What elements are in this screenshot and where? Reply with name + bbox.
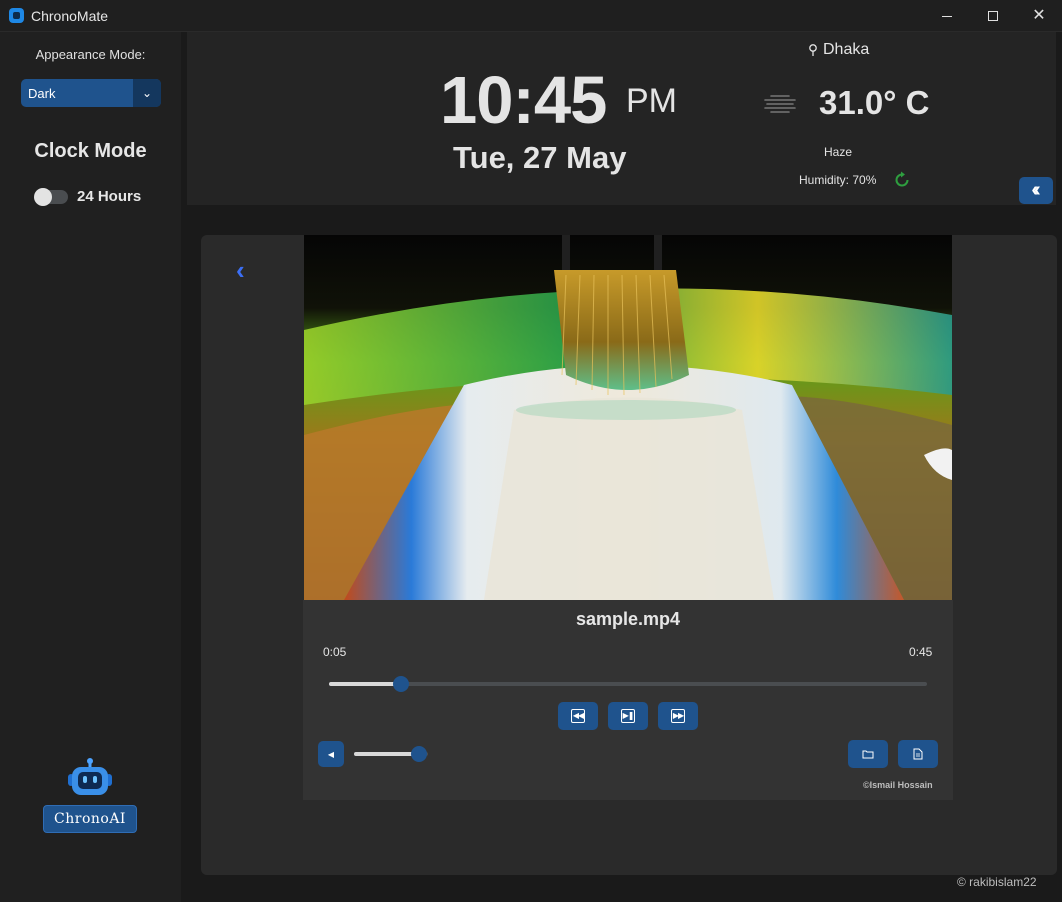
collapse-panel-button[interactable]: ‹‹ <box>1019 177 1053 204</box>
double-chevron-left-icon: ‹‹ <box>1031 179 1041 201</box>
24-hours-toggle[interactable] <box>34 188 68 206</box>
play-pause-icon: ▶❚ <box>621 709 635 723</box>
app-icon <box>9 8 24 23</box>
play-pause-button[interactable]: ▶❚ <box>608 702 648 730</box>
clock-date: Tue, 27 May <box>453 140 627 175</box>
maximize-button[interactable] <box>970 0 1016 32</box>
forward-button[interactable]: ▶▶ <box>658 702 698 730</box>
window-title: ChronoMate <box>31 8 109 24</box>
appearance-mode-dropdown[interactable]: Dark ⌄ <box>21 79 161 107</box>
minimize-icon <box>942 15 952 17</box>
minimize-button[interactable] <box>924 0 970 32</box>
seek-progress <box>329 682 401 686</box>
clock-mode-title: Clock Mode <box>34 140 147 162</box>
robot-icon[interactable] <box>66 758 114 800</box>
appearance-mode-label: Appearance Mode: <box>35 47 146 62</box>
document-icon <box>913 748 923 760</box>
seek-slider[interactable] <box>329 676 927 692</box>
maximize-icon <box>988 11 998 21</box>
open-file-button[interactable] <box>848 740 888 768</box>
folder-open-icon <box>862 750 874 759</box>
player-controls-panel <box>303 600 953 800</box>
title-bar: ChronoMate ✕ <box>0 0 1062 32</box>
location-pin-icon <box>809 44 817 56</box>
skip-forward-icon: ▶▶ <box>671 709 685 723</box>
toggle-knob[interactable] <box>34 188 52 206</box>
24-hours-label: 24 Hours <box>77 188 142 205</box>
clock-time: 10:45 <box>440 63 607 138</box>
weather-condition: Haze <box>824 145 853 159</box>
copyright: © rakibislam22 <box>957 875 1037 889</box>
video-display[interactable] <box>304 235 952 600</box>
close-icon: ✕ <box>1032 7 1046 24</box>
seek-handle[interactable] <box>392 676 409 692</box>
clock-ampm: PM <box>626 82 677 120</box>
volume-icon: ◀ <box>327 749 335 759</box>
chronoai-button[interactable]: ChronoAI <box>43 805 137 833</box>
location-name: Dhaka <box>823 41 870 58</box>
document-button[interactable] <box>898 740 938 768</box>
humidity: Humidity: 70% <box>799 173 877 187</box>
weather-location: Dhaka <box>808 41 869 59</box>
appearance-mode-value: Dark <box>28 86 56 101</box>
video-credit: ©Ismail Hossain <box>863 780 933 790</box>
volume-handle[interactable] <box>411 746 428 762</box>
volume-level <box>354 752 420 756</box>
rewind-button[interactable]: ◀◀ <box>558 702 598 730</box>
total-time: 0:45 <box>909 645 933 659</box>
haze-icon <box>764 95 796 113</box>
close-button[interactable]: ✕ <box>1016 0 1062 32</box>
current-time: 0:05 <box>323 645 347 659</box>
back-button[interactable]: ‹ <box>236 255 245 286</box>
temperature: 31.0° C <box>819 84 930 121</box>
skip-backward-icon: ◀◀ <box>571 709 585 723</box>
volume-button[interactable]: ◀ <box>318 741 344 767</box>
refresh-icon[interactable] <box>893 171 911 189</box>
chevron-down-icon[interactable]: ⌄ <box>133 79 161 107</box>
video-file-name: sample.mp4 <box>575 609 681 629</box>
chevron-left-icon: ‹ <box>236 255 245 285</box>
volume-slider[interactable] <box>354 746 428 762</box>
